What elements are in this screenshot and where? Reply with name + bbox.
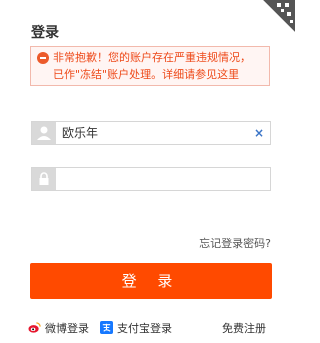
login-button[interactable]: 登 录: [30, 263, 272, 299]
error-alert: 非常抱歉！您的账户存在严重违规情况， 已作"冻结"账户处理。详细请参见这里: [30, 46, 270, 86]
username-input[interactable]: [62, 122, 242, 144]
weibo-login-link[interactable]: 微博登录: [28, 320, 89, 336]
alipay-login-link[interactable]: 支付宝登录: [100, 320, 172, 336]
alipay-icon: [100, 321, 113, 334]
weibo-icon: [28, 322, 41, 333]
alert-message-line2: 已作"冻结"账户处理。详细请参见这里: [53, 66, 239, 83]
password-field[interactable]: [31, 167, 271, 191]
forgot-password-link[interactable]: 忘记登录密码?: [199, 235, 271, 251]
free-register-link[interactable]: 免费注册: [222, 320, 266, 336]
weibo-login-label: 微博登录: [45, 322, 89, 335]
lock-icon: [32, 168, 56, 190]
username-field[interactable]: ×: [31, 121, 271, 145]
alert-message-line1: 非常抱歉！您的账户存在严重违规情况，: [53, 51, 251, 64]
clear-username-button[interactable]: ×: [254, 122, 264, 144]
user-icon: [32, 122, 56, 144]
alert-message-text: 已作"冻结"账户处理。详细请参见: [53, 68, 218, 81]
minus-circle-icon: [37, 52, 49, 64]
alipay-login-label: 支付宝登录: [117, 322, 172, 335]
password-input[interactable]: [62, 168, 242, 190]
alert-details-link[interactable]: 这里: [217, 68, 239, 81]
qr-code-corner-icon[interactable]: [259, 0, 295, 36]
page-title: 登录: [31, 25, 59, 41]
